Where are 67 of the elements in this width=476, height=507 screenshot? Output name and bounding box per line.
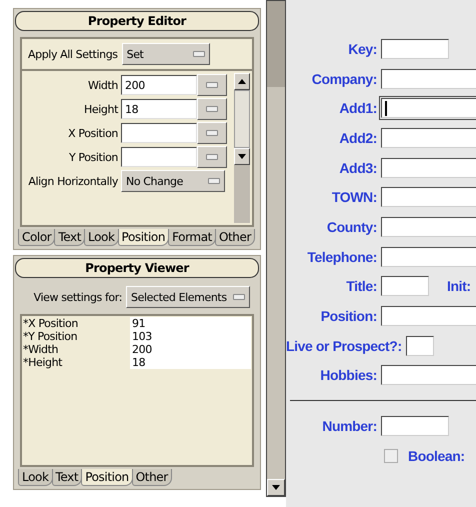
setting-value: 91 — [130, 317, 251, 330]
property-input[interactable] — [121, 123, 197, 143]
field-label: TOWN: — [330, 189, 377, 206]
property-input[interactable] — [121, 147, 197, 167]
panel-title: Property Editor — [15, 11, 259, 31]
tab[interactable]: Color — [18, 229, 56, 246]
tab[interactable]: Position — [118, 229, 170, 246]
scroll-down-button[interactable] — [267, 479, 285, 496]
field-label: Apply All Settings — [28, 48, 118, 60]
property-label: Align Horizontally — [27, 174, 118, 188]
field-label: Add3: — [338, 160, 377, 176]
input-field[interactable] — [381, 276, 429, 296]
checkbox[interactable] — [384, 448, 398, 463]
field-label: Key: — [347, 40, 377, 57]
input-field[interactable] — [381, 38, 449, 59]
field-label: Hobbies: — [319, 367, 377, 384]
input-field[interactable] — [406, 336, 434, 356]
setting-value: 200 — [130, 343, 251, 356]
field-label: County: — [326, 218, 377, 235]
setting-value: 18 — [130, 356, 251, 369]
scroll-up-button[interactable] — [234, 73, 250, 90]
property-dropdown[interactable]: No Change — [121, 170, 225, 192]
setting-name: *Y Position — [23, 330, 78, 343]
setting-name: *X Position — [23, 317, 79, 330]
tab[interactable]: Look — [18, 469, 53, 486]
field-label: Company: — [310, 70, 377, 87]
scrollbar[interactable] — [234, 73, 250, 223]
property-label: Height — [83, 102, 118, 116]
field-label: Add2: — [338, 130, 377, 146]
property-input[interactable]: 200 — [121, 75, 197, 95]
tab[interactable]: Text — [52, 469, 82, 486]
input-field[interactable] — [381, 416, 449, 436]
field-label: Title: — [345, 278, 377, 294]
panel-title: Property Viewer — [15, 258, 259, 278]
property-label: Width — [87, 78, 118, 92]
setting-name: *Width — [23, 343, 60, 356]
field-label: View settings for: — [34, 290, 122, 304]
tab[interactable]: Other — [132, 469, 172, 486]
scroll-down-button[interactable] — [234, 148, 250, 165]
text-cursor — [385, 100, 387, 116]
setting-name: *Height — [23, 356, 64, 369]
tab[interactable]: Position — [81, 469, 133, 486]
field-label: Boolean: — [408, 448, 465, 464]
options-button[interactable] — [197, 122, 227, 144]
options-button[interactable] — [197, 74, 227, 96]
tab[interactable]: Format — [168, 229, 216, 246]
tab[interactable]: Other — [214, 229, 256, 246]
tab[interactable]: Text — [54, 229, 86, 246]
field-label: Add1: — [338, 100, 377, 116]
tab[interactable]: Look — [84, 229, 119, 246]
apply-settings-dropdown[interactable]: Set — [122, 43, 210, 65]
field-label: Init: — [447, 278, 471, 294]
property-input[interactable]: 18 — [121, 99, 197, 119]
field-label: Position: — [320, 308, 377, 324]
property-label: Y Position — [68, 150, 118, 164]
field-label: Telephone: — [306, 248, 377, 265]
dropdown-nub-icon — [192, 51, 205, 57]
options-button[interactable] — [197, 146, 227, 168]
scroll-thumb[interactable] — [234, 90, 250, 148]
property-label: X Position — [67, 126, 118, 140]
field-label: Live or Prospect?: — [286, 338, 402, 354]
setting-value: 103 — [130, 330, 251, 343]
view-settings-dropdown[interactable]: Selected Elements — [126, 286, 250, 308]
scrollbar[interactable] — [266, 0, 286, 497]
options-button[interactable] — [197, 98, 227, 120]
field-label: Number: — [321, 418, 377, 434]
scroll-thumb[interactable] — [267, 1, 285, 87]
